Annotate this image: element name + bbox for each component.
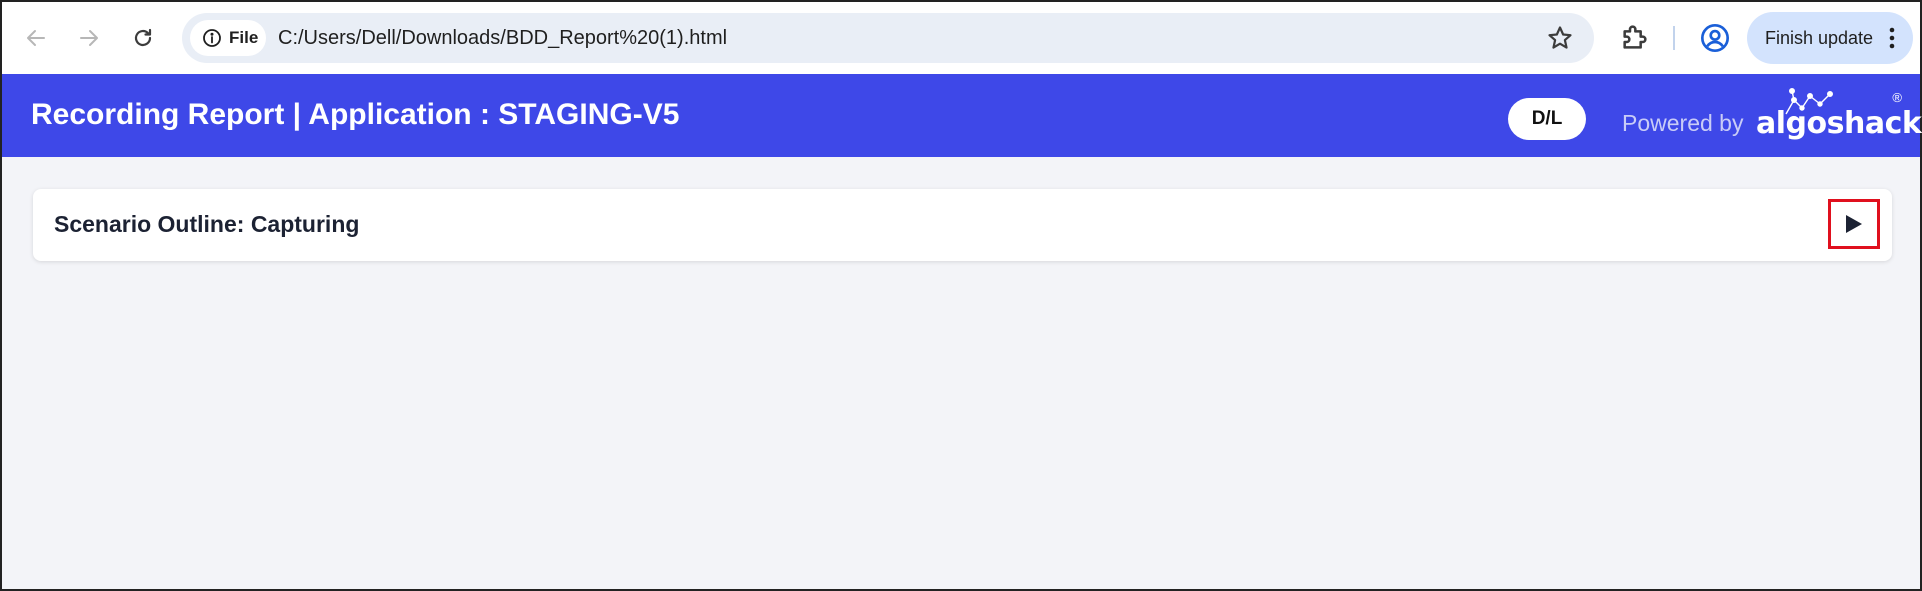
page-title: Recording Report | Application : STAGING… <box>31 98 680 131</box>
arrow-right-icon <box>80 30 98 46</box>
finish-update-button[interactable]: Finish update <box>1747 12 1913 64</box>
expand-scenario-button[interactable] <box>1828 199 1880 249</box>
play-icon <box>1846 215 1862 233</box>
info-icon <box>203 29 221 47</box>
browser-toolbar: File C:/Users/Dell/Downloads/BDD_Report%… <box>2 2 1920 74</box>
more-vert-icon <box>1889 27 1895 49</box>
forward-button[interactable] <box>71 20 107 56</box>
profile-icon[interactable] <box>1699 22 1731 54</box>
registered-mark: ® <box>1892 90 1902 105</box>
reload-button[interactable] <box>125 20 161 56</box>
scenario-title: Scenario Outline: Capturing <box>54 211 360 237</box>
brand-name: algoshack <box>1756 106 1922 141</box>
finish-update-label: Finish update <box>1765 27 1874 48</box>
site-info-chip[interactable]: File <box>190 20 266 56</box>
address-bar[interactable]: File C:/Users/Dell/Downloads/BDD_Report%… <box>182 13 1594 63</box>
reload-icon <box>134 28 152 47</box>
puzzle-icon[interactable] <box>1618 22 1650 54</box>
back-button[interactable] <box>18 20 54 56</box>
url-text[interactable]: C:/Users/Dell/Downloads/BDD_Report%20(1)… <box>278 27 727 50</box>
dl-toggle-button[interactable]: D/L <box>1508 98 1586 140</box>
report-header: Recording Report | Application : STAGING… <box>2 74 1922 157</box>
scenario-card[interactable]: Scenario Outline: Capturing <box>33 189 1892 261</box>
arrow-left-icon <box>27 30 45 46</box>
toolbar-divider <box>1673 26 1675 50</box>
site-chip-label: File <box>229 28 259 47</box>
star-icon[interactable] <box>1546 24 1574 52</box>
algoshack-logo: algoshack ® <box>1754 88 1922 148</box>
powered-by-label: Powered by <box>1622 110 1744 136</box>
